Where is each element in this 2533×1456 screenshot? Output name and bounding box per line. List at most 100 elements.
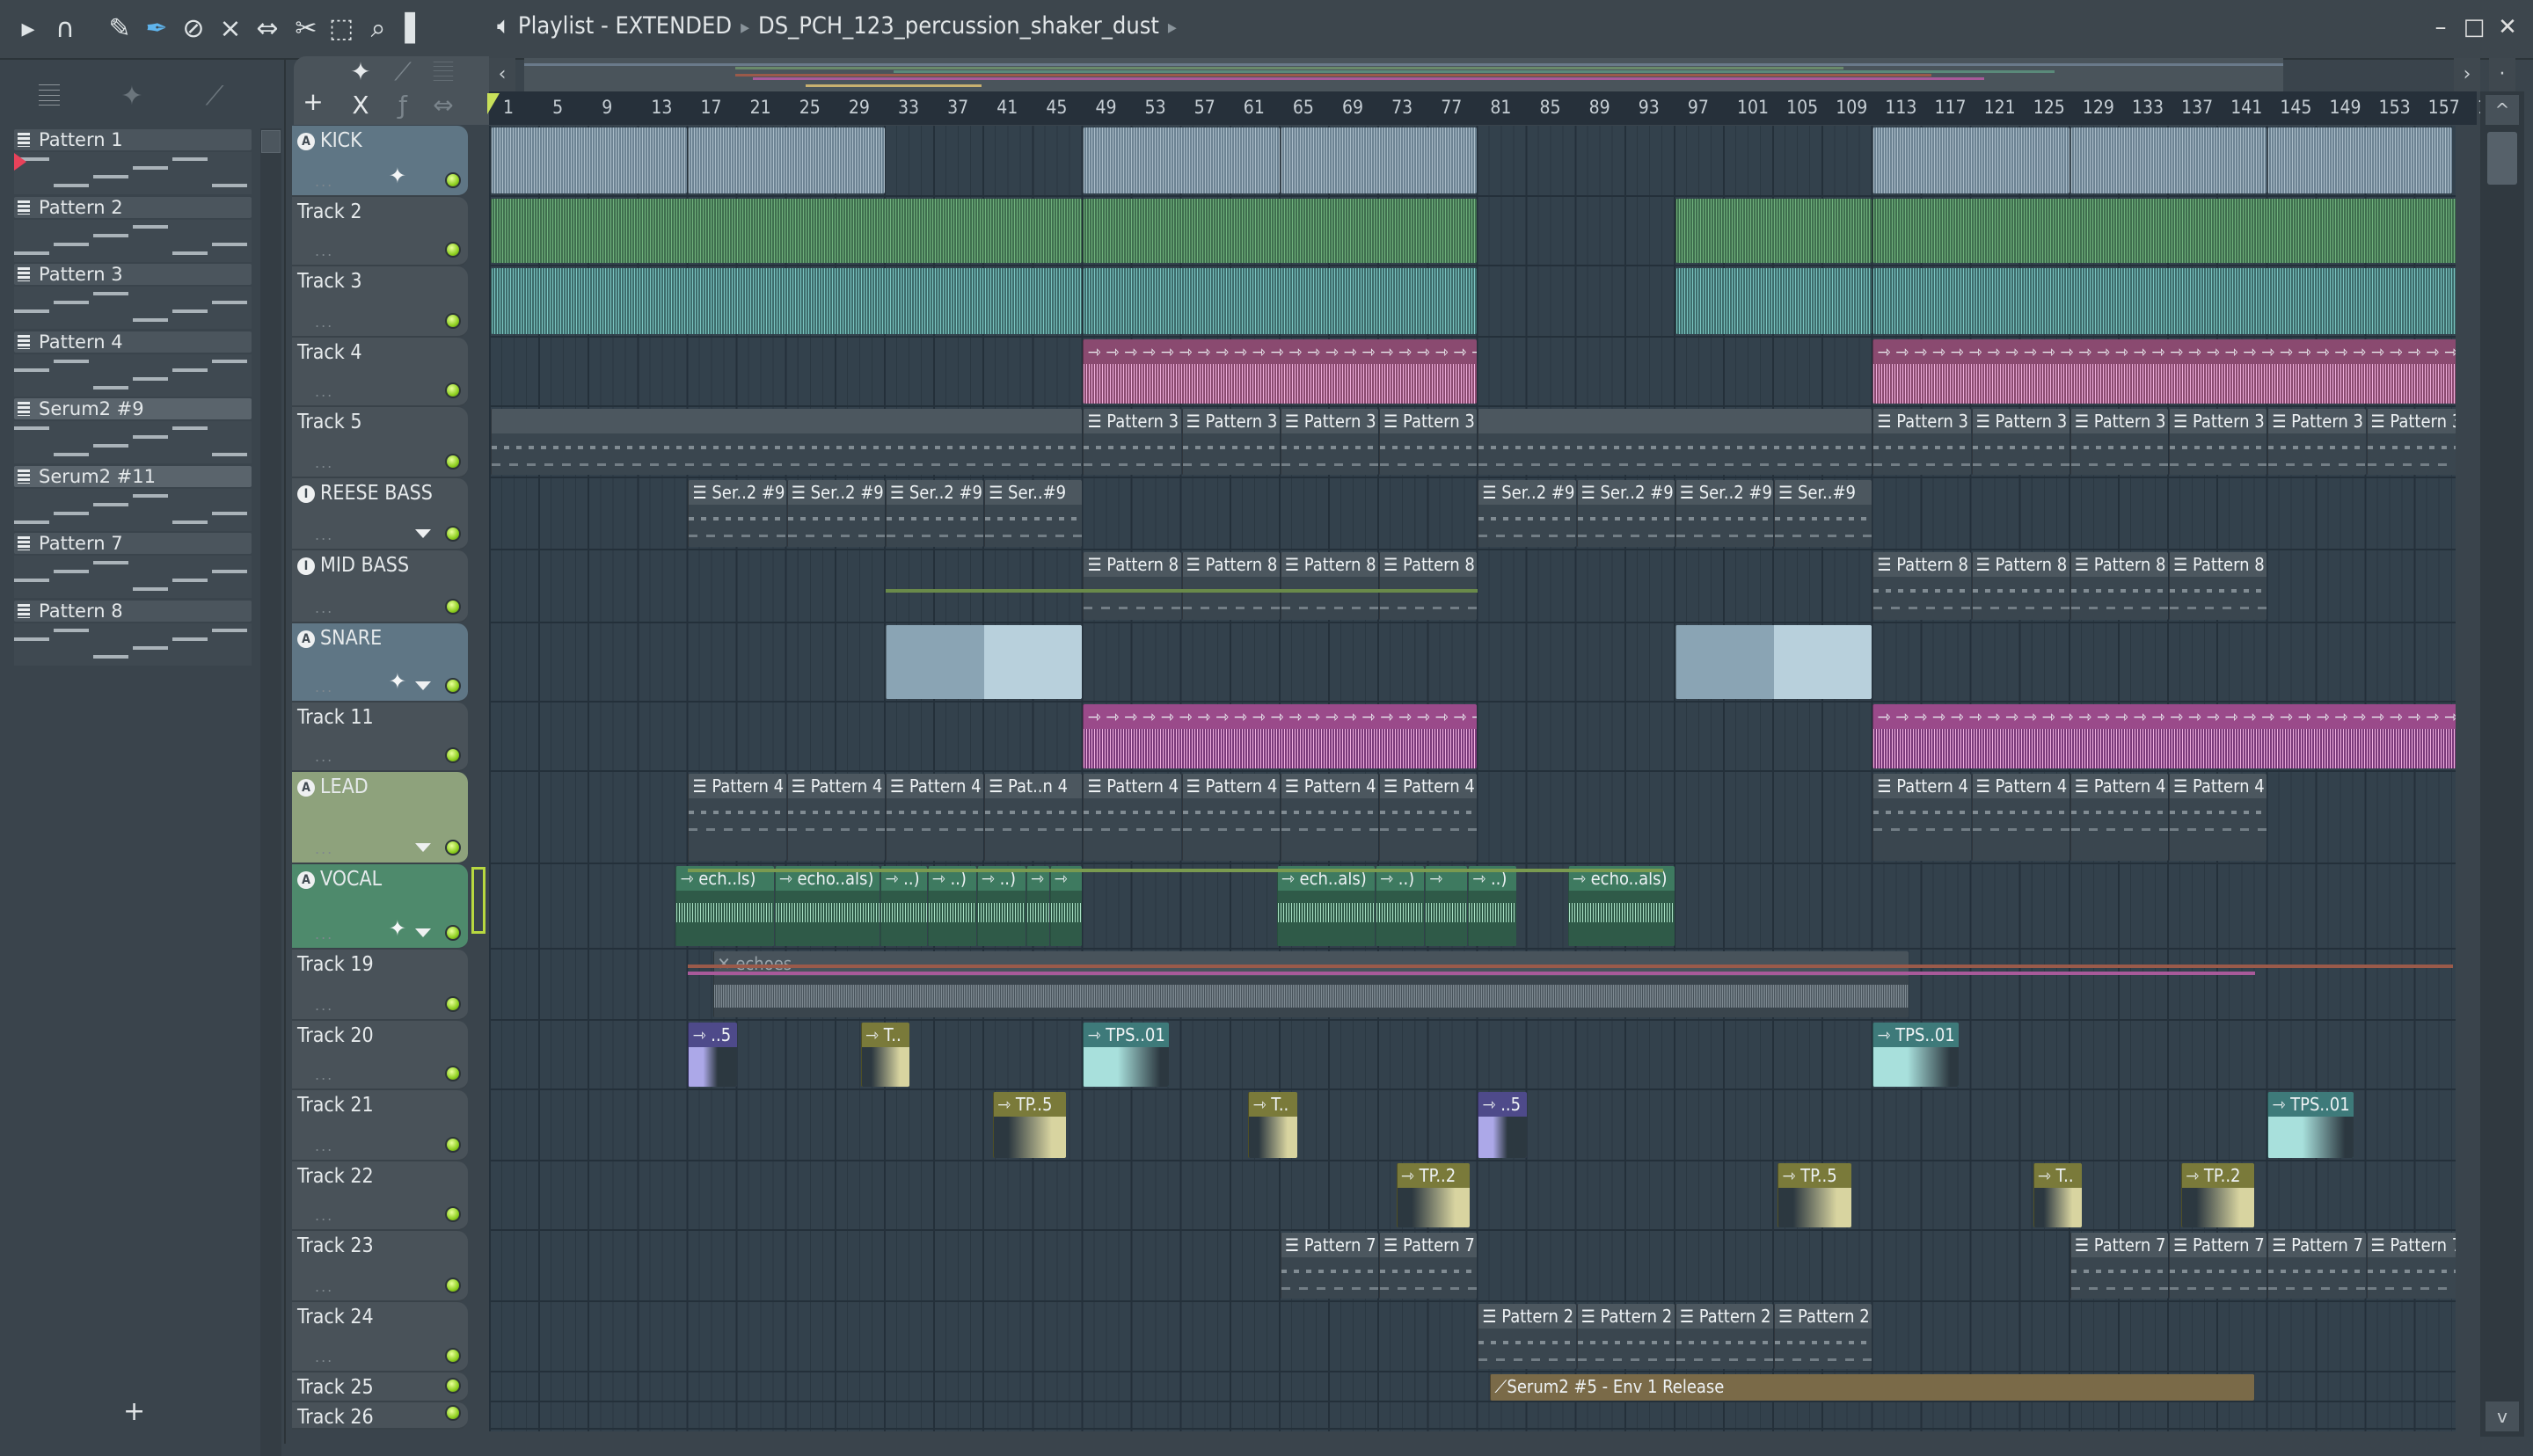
audio-clip[interactable]: ⇾ ⇾ ⇾ ⇾ ⇾ ⇾ ⇾ ⇾ ⇾ ⇾ ⇾ ⇾ ⇾ ⇾ ⇾ ⇾ ⇾ ⇾ ⇾ ⇾ … (1872, 339, 2456, 404)
song-overview-scrollbar[interactable] (524, 58, 2283, 91)
pattern-clip[interactable]: ☰ Ser..2 #9 (688, 480, 786, 547)
audio-clip[interactable] (1083, 127, 1280, 193)
pattern-item[interactable]: Pattern 8 (14, 600, 252, 666)
track-enable-toggle[interactable] (445, 313, 461, 329)
audio-clip[interactable]: ⇾ ech..als) (1276, 866, 1375, 946)
audio-clip[interactable] (491, 199, 1083, 263)
audio-clip[interactable]: ⇾ echo..als) (1567, 866, 1675, 946)
pattern-clip[interactable]: ☰ Pattern 8 (2169, 552, 2267, 620)
pattern-clip[interactable]: ☰ Pattern 3 (1181, 409, 1280, 475)
track-options-dots[interactable]: ... (315, 1278, 333, 1295)
pattern-clip[interactable]: ☰ Pattern 8 (1872, 552, 1971, 620)
pattern-clip[interactable]: ☰ Pattern 3 (1971, 409, 2069, 475)
pattern-clip[interactable]: ☰ Pattern 4 (1872, 774, 1971, 861)
magnet-icon[interactable]: ∩ (49, 12, 81, 46)
pattern-clip[interactable]: ☰ Pattern 7 (2267, 1233, 2366, 1299)
scroll-left-button[interactable]: ‹ (489, 58, 515, 91)
pencil-icon[interactable]: ✎ (104, 12, 135, 46)
track-header[interactable]: Track 26 (292, 1402, 468, 1430)
pattern-clip[interactable]: ☰ Pattern 3 (2267, 409, 2366, 475)
pattern-clip[interactable]: ☰ Pattern 7 (2169, 1233, 2267, 1299)
pattern-item[interactable]: Pattern 2 (14, 196, 252, 262)
pattern-filter-icon[interactable]: 𝄚 (426, 56, 461, 88)
audio-clip[interactable] (491, 268, 1083, 334)
audio-clip[interactable]: ⇾ TP..2 (2181, 1163, 2255, 1227)
pattern-clip[interactable]: ☰ Pattern 4 (1379, 774, 1478, 861)
song-position-marker[interactable] (487, 93, 500, 114)
pattern-clip[interactable]: ☰ Pattern 4 (786, 774, 885, 861)
pattern-item[interactable]: Serum2 #11 (14, 465, 252, 531)
audio-clip[interactable]: ⇾ (1049, 866, 1083, 946)
track-header[interactable]: Track 22... (292, 1161, 468, 1231)
audio-clip[interactable]: ⇾ T.. (2033, 1163, 2082, 1227)
piano-keys-icon[interactable]: 𝄚 (32, 81, 67, 120)
pattern-clip[interactable]: ☰ Pattern 4 (1181, 774, 1280, 861)
track-enable-toggle[interactable] (445, 526, 461, 542)
track-enable-toggle[interactable] (445, 996, 461, 1012)
stretch-icon[interactable]: ⇔ (426, 90, 461, 121)
audio-clip[interactable]: ⇾ ech..ls) (675, 866, 774, 946)
pattern-item[interactable]: Pattern 4 (14, 331, 252, 397)
pattern-clip[interactable]: ☰ Pattern 2 (1478, 1304, 1576, 1369)
audio-clip[interactable]: ⇾ ..5 (1478, 1092, 1527, 1158)
track-header[interactable]: Track 23... (292, 1231, 468, 1302)
track-options-dots[interactable]: ... (315, 600, 333, 616)
track-header[interactable]: Track 2... (292, 197, 468, 266)
pattern-clip[interactable]: ☰ Pattern 4 (1971, 774, 2069, 861)
pattern-clip[interactable]: ☰ Ser..2 #9 (885, 480, 984, 547)
pattern-clip[interactable]: ☰ Ser..#9 (1774, 480, 1872, 547)
audio-clip[interactable] (2069, 127, 2267, 193)
pattern-clip[interactable]: ☰ Ser..2 #9 (786, 480, 885, 547)
track-enable-toggle[interactable] (445, 242, 461, 258)
audio-clip[interactable]: ✕ echoes (712, 951, 1909, 1017)
track-options-dots[interactable]: ... (315, 1138, 333, 1154)
audio-clip[interactable]: ⇾ TPS..01 (1083, 1023, 1169, 1087)
audio-clip[interactable]: ⇾ TPS..01 (1872, 1023, 1959, 1087)
slice-icon[interactable]: ✂ (290, 12, 322, 46)
track-enable-toggle[interactable] (445, 747, 461, 763)
pattern-clip[interactable]: ☰ Pattern 7 (1379, 1233, 1478, 1299)
audio-clip[interactable]: ⇾ TP..5 (993, 1092, 1067, 1158)
track-header[interactable]: A SNARE... ✦ (292, 623, 468, 703)
pattern-clip[interactable]: ☰ Pattern 8 (1083, 552, 1181, 620)
audio-clip[interactable] (885, 625, 1083, 699)
mute-icon[interactable]: ⨯ (215, 12, 246, 46)
audio-clip[interactable] (1280, 127, 1478, 193)
audio-clip[interactable] (1872, 199, 2456, 263)
track-options-dots[interactable]: ... (315, 383, 333, 400)
add-track-button[interactable]: + (296, 86, 331, 118)
audio-clip[interactable]: ⇾ (1425, 866, 1468, 946)
pattern-clip[interactable]: ☰ Pattern 8 (1971, 552, 2069, 620)
audio-clip[interactable]: ⇾ ..) (1468, 866, 1517, 946)
pattern-item[interactable]: Pattern 7 (14, 533, 252, 598)
audio-clip[interactable] (2267, 127, 2452, 193)
audio-clip[interactable] (1675, 268, 1872, 334)
pattern-clip[interactable]: ☰ Pattern 3 (1379, 409, 1478, 475)
audio-clip[interactable]: ⇾ ..) (927, 866, 976, 946)
track-enable-toggle[interactable] (445, 454, 461, 470)
audio-clip[interactable] (1083, 199, 1478, 263)
pattern-item[interactable]: Pattern 1 (14, 129, 252, 194)
pattern-clip[interactable]: ☰ Pattern 7 (2366, 1233, 2456, 1299)
select-icon[interactable]: ⬚ (325, 12, 357, 46)
playlist-grid[interactable]: ⇾ ⇾ ⇾ ⇾ ⇾ ⇾ ⇾ ⇾ ⇾ ⇾ ⇾ ⇾ ⇾ ⇾ ⇾ ⇾ ⇾ ⇾ ⇾ ⇾ … (489, 126, 2456, 1431)
pattern-clip[interactable]: ☰ Pattern 2 (1576, 1304, 1675, 1369)
audio-clip[interactable]: ⇾ ⇾ ⇾ ⇾ ⇾ ⇾ ⇾ ⇾ ⇾ ⇾ ⇾ ⇾ ⇾ ⇾ ⇾ ⇾ ⇾ ⇾ ⇾ ⇾ … (1083, 704, 1478, 768)
scroll-up-button[interactable]: ^ (2486, 95, 2519, 125)
track-enable-toggle[interactable] (445, 1278, 461, 1293)
pattern-clip[interactable]: ☰ Pattern 8 (1181, 552, 1280, 620)
pattern-clip[interactable]: ☰ Pattern 2 (1774, 1304, 1872, 1369)
audio-clip-filter-icon[interactable]: ✦ (343, 56, 378, 88)
pattern-clip[interactable]: ☰ Pattern 3 (1872, 409, 1971, 475)
track-options-dots[interactable]: ... (315, 173, 333, 190)
waveform-icon[interactable]: ✦ (114, 81, 150, 120)
pattern-clip[interactable]: ☰ Ser..2 #9 (1478, 480, 1576, 547)
scrollbar-thumb[interactable] (2487, 132, 2517, 185)
audio-clip[interactable] (688, 127, 885, 193)
track-dropdown-arrow[interactable] (415, 843, 431, 852)
pattern-clip[interactable]: ☰ Pattern 4 (2069, 774, 2169, 861)
track-dropdown-arrow[interactable] (415, 529, 431, 538)
timeline-ruler[interactable]: 1 5 9 13 17 21 25 29 33 37 41 45 49 53 57 61 65 69 73 77 81 8… (489, 91, 2509, 125)
pattern-clip[interactable]: ☰ Pattern 3 (2366, 409, 2456, 475)
pattern-clip[interactable]: ☰ Pattern 2 (1675, 1304, 1774, 1369)
